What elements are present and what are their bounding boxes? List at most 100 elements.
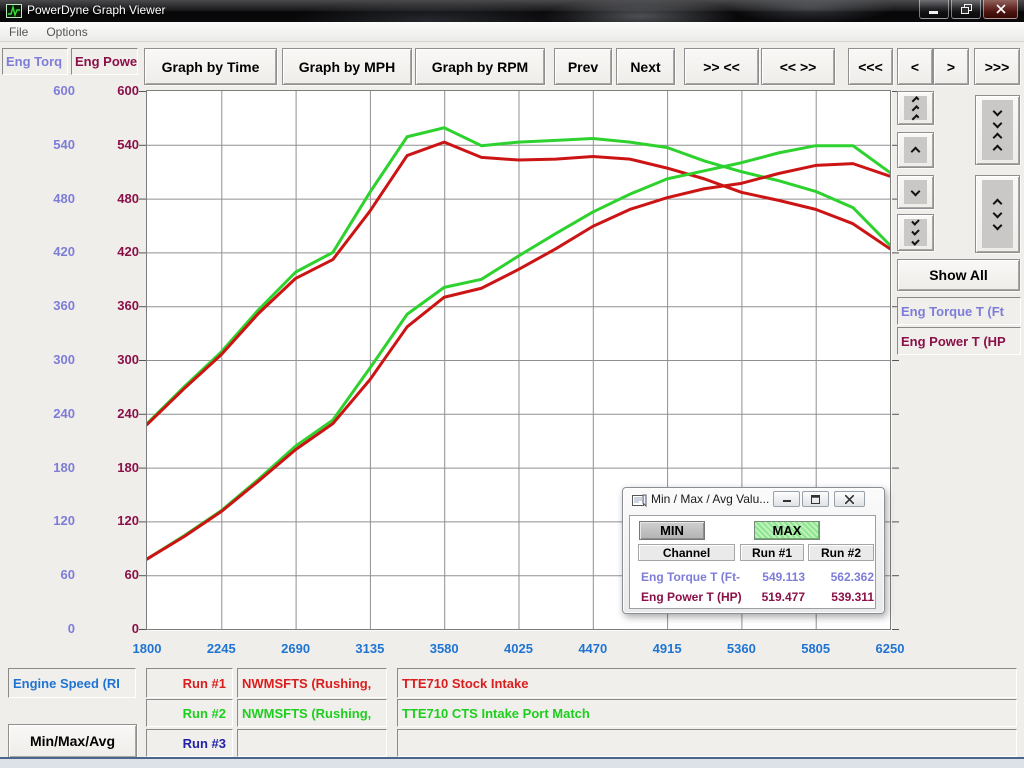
scroll-far-right-button[interactable]: >>> (974, 48, 1020, 85)
chevron-up-icon (912, 96, 920, 104)
torque-tick-360: 360 (15, 298, 75, 313)
torque-tick-480: 480 (15, 191, 75, 206)
run2-name-panel: NWMSFTS (Rushing, (237, 699, 387, 727)
title-bar: PowerDyne Graph Viewer (0, 0, 1024, 22)
run2-name: NWMSFTS (Rushing, (242, 706, 371, 721)
scroll-left-button[interactable]: < (897, 48, 933, 85)
scroll-down-spinner[interactable] (897, 175, 934, 209)
engine-speed-panel: Engine Speed (RI (8, 668, 136, 698)
dialog-minimize-button[interactable] (773, 491, 800, 507)
torque-tick-540: 540 (15, 137, 75, 152)
zoom-in-x-button[interactable]: >> << (684, 48, 759, 85)
torque-axis-header[interactable]: Eng Torq (2, 48, 68, 75)
run3-label: Run #3 (183, 736, 226, 751)
rpm-tick-4025: 4025 (489, 641, 549, 656)
power-axis-label: Eng Powe (75, 54, 137, 69)
power-tick-180: 180 (79, 460, 139, 475)
table-row-torque-channel: Eng Torque T (Ft- (641, 570, 740, 584)
zoom-out-x-button[interactable]: << >> (761, 48, 835, 85)
run1-desc: TTE710 Stock Intake (402, 676, 528, 691)
torque-channel-label: Eng Torque T (Ft (901, 304, 1004, 319)
show-all-button[interactable]: Show All (897, 259, 1020, 291)
prev-button[interactable]: Prev (554, 48, 612, 85)
run2-desc: TTE710 CTS Intake Port Match (402, 706, 590, 721)
min-toggle-button[interactable]: MIN (639, 521, 705, 540)
torque-tick-240: 240 (15, 406, 75, 421)
window-bottom-edge (0, 757, 1024, 768)
run2-label: Run #2 (183, 706, 226, 721)
scroll-down-fast-spinner[interactable] (897, 214, 934, 251)
table-row-power-run1: 519.477 (735, 590, 805, 604)
scroll-right-button[interactable]: > (933, 48, 969, 85)
chevron-up-icon (993, 144, 1003, 154)
table-row-power-channel: Eng Power T (HP) (641, 590, 742, 604)
run3-desc-panel (397, 729, 1017, 757)
menu-bar: File Options (0, 22, 1024, 42)
run1-desc-panel: TTE710 Stock Intake (397, 668, 1017, 698)
next-button[interactable]: Next (616, 48, 675, 85)
run1-column-header[interactable]: Run #1 (740, 544, 804, 561)
torque-tick-180: 180 (15, 460, 75, 475)
torque-tick-420: 420 (15, 244, 75, 259)
minmaxavg-button[interactable]: Min/Max/Avg (8, 724, 137, 758)
chevron-up-icon (993, 198, 1003, 208)
power-tick-600: 600 (79, 83, 139, 98)
scroll-up-fast-spinner[interactable] (897, 91, 934, 125)
table-row-torque-run2: 562.362 (804, 570, 874, 584)
power-tick-480: 480 (79, 191, 139, 206)
chevron-down-icon (911, 237, 919, 245)
right-axis-ticks (892, 90, 899, 631)
minmax-dialog: Min / Max / Avg Valu... MIN MAX Channel … (622, 487, 885, 614)
chevron-down-icon (911, 217, 919, 225)
graph-by-rpm-button[interactable]: Graph by RPM (415, 48, 545, 85)
run3-label-panel: Run #3 (146, 729, 233, 757)
graph-by-mph-button[interactable]: Graph by MPH (282, 48, 412, 85)
torque-axis-label: Eng Torq (6, 54, 62, 69)
torque-channel-panel: Eng Torque T (Ft (897, 297, 1021, 325)
channel-column-header[interactable]: Channel (638, 544, 735, 561)
power-tick-360: 360 (79, 298, 139, 313)
zoom-in-y-spinner[interactable] (975, 95, 1020, 165)
maximize-button[interactable] (951, 0, 981, 19)
torque-tick-300: 300 (15, 352, 75, 367)
power-tick-120: 120 (79, 513, 139, 528)
chevron-up-icon (912, 114, 920, 122)
run1-name-panel: NWMSFTS (Rushing, (237, 668, 387, 698)
power-tick-240: 240 (79, 406, 139, 421)
engine-speed-label: Engine Speed (RI (13, 676, 120, 691)
run2-desc-panel: TTE710 CTS Intake Port Match (397, 699, 1017, 727)
scroll-far-left-button[interactable]: <<< (848, 48, 893, 85)
power-tick-60: 60 (79, 567, 139, 582)
power-tick-540: 540 (79, 137, 139, 152)
chevron-down-icon (911, 186, 921, 196)
dialog-maximize-button[interactable] (802, 491, 829, 507)
menu-options[interactable]: Options (37, 23, 96, 41)
close-button[interactable] (983, 0, 1018, 19)
zoom-out-y-spinner[interactable] (975, 175, 1020, 253)
rpm-tick-3135: 3135 (340, 641, 400, 656)
rpm-tick-1800: 1800 (117, 641, 177, 656)
dialog-close-button[interactable] (834, 491, 865, 507)
max-toggle-button[interactable]: MAX (754, 521, 820, 540)
rpm-tick-3580: 3580 (414, 641, 474, 656)
rpm-tick-5360: 5360 (711, 641, 771, 656)
graph-by-time-button[interactable]: Graph by Time (144, 48, 277, 85)
rpm-tick-2245: 2245 (191, 641, 251, 656)
run2-column-header[interactable]: Run #2 (808, 544, 874, 561)
torque-tick-0: 0 (15, 621, 75, 636)
chevron-down-icon (993, 220, 1003, 230)
torque-tick-60: 60 (15, 567, 75, 582)
rpm-tick-6250: 6250 (860, 641, 920, 656)
chevron-down-icon (911, 227, 919, 235)
scroll-up-spinner[interactable] (897, 132, 934, 168)
torque-tick-120: 120 (15, 513, 75, 528)
menu-file[interactable]: File (0, 23, 37, 41)
run1-name: NWMSFTS (Rushing, (242, 676, 371, 691)
minimize-button[interactable] (919, 0, 949, 19)
run1-label: Run #1 (183, 676, 226, 691)
rpm-tick-4915: 4915 (637, 641, 697, 656)
window-title: PowerDyne Graph Viewer (27, 3, 166, 17)
power-channel-label: Eng Power T (HP (901, 334, 1006, 349)
power-axis-header[interactable]: Eng Powe (71, 48, 138, 75)
power-tick-420: 420 (79, 244, 139, 259)
